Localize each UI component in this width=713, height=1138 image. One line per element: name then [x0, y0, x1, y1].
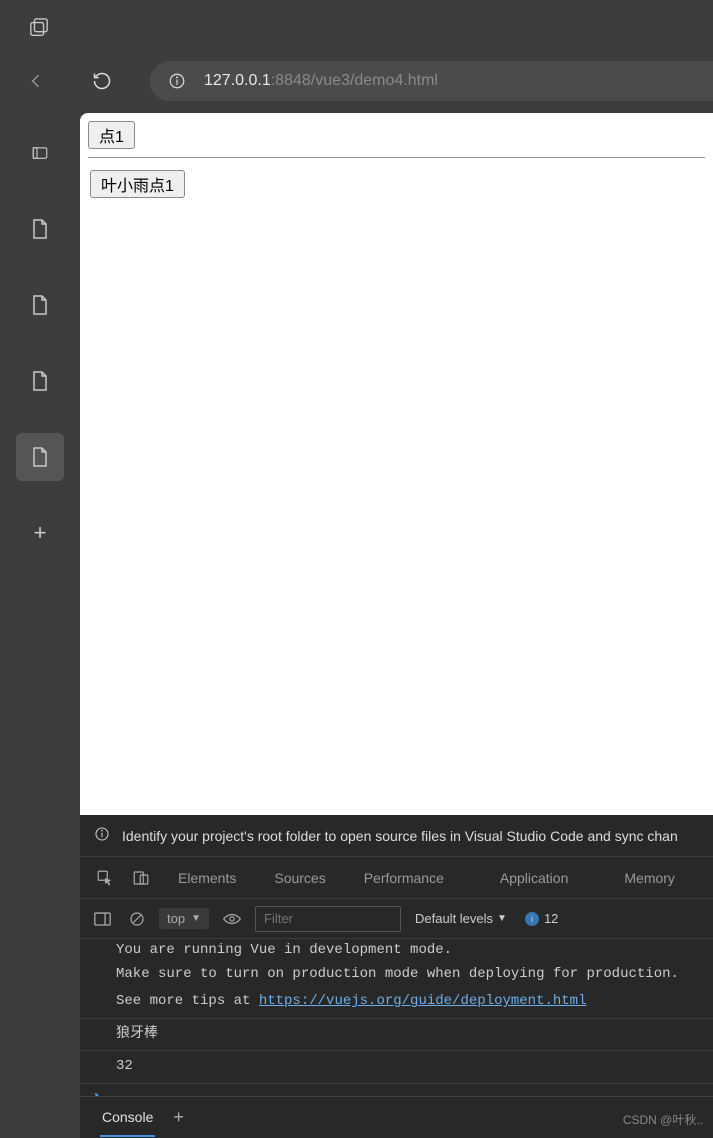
console-log-line: Make sure to turn on production mode whe… — [80, 963, 713, 987]
device-toolbar-icon[interactable] — [128, 869, 154, 887]
chevron-down-icon: ▼ — [497, 913, 507, 924]
plus-icon: + — [34, 520, 47, 546]
console-link[interactable]: https://vuejs.org/guide/deployment.html — [259, 993, 587, 1009]
tab-application[interactable]: Application — [486, 870, 583, 886]
reload-button[interactable] — [92, 71, 112, 91]
issues-counter[interactable]: i 12 — [525, 911, 558, 926]
infobar-text: Identify your project's root folder to o… — [122, 828, 678, 844]
new-tab-button[interactable]: + — [16, 509, 64, 557]
sidebar-tab-page-active[interactable] — [16, 433, 64, 481]
console-log-line: 狼牙棒 — [80, 1019, 713, 1052]
tab-elements[interactable]: Elements — [164, 870, 250, 886]
console-toolbar: top ▼ Default levels ▼ i 12 — [80, 899, 713, 939]
context-selector[interactable]: top ▼ — [159, 908, 209, 929]
info-icon — [94, 826, 110, 845]
sidebar-tab-page-2[interactable] — [16, 281, 64, 329]
vertical-tab-strip: + — [0, 107, 80, 807]
console-prompt[interactable]: ❯ — [80, 1084, 713, 1096]
divider — [88, 157, 705, 158]
console-log-line: See more tips at https://vuejs.org/guide… — [80, 986, 713, 1019]
live-expression-icon[interactable] — [219, 913, 245, 925]
inspect-element-icon[interactable] — [92, 869, 118, 887]
devtools-drawer: Console + — [80, 1096, 713, 1138]
tab-sources[interactable]: Sources — [260, 870, 339, 886]
drawer-tab-console[interactable]: Console — [100, 1099, 155, 1137]
chevron-down-icon: ▼ — [191, 913, 201, 924]
log-levels-selector[interactable]: Default levels ▼ — [415, 911, 507, 926]
tab-memory[interactable]: Memory — [610, 870, 689, 886]
devtools-infobar: Identify your project's root folder to o… — [80, 815, 713, 857]
tab-performance[interactable]: Performance — [350, 870, 458, 886]
sidebar-tab-page-3[interactable] — [16, 357, 64, 405]
console-log-line: You are running Vue in development mode. — [80, 939, 713, 963]
issues-icon: i — [525, 912, 539, 926]
demo-button-1[interactable]: 点1 — [88, 121, 135, 149]
sidebar-tab-page[interactable] — [16, 205, 64, 253]
watermark: CSDN @叶秋.. — [623, 1111, 703, 1128]
clear-console-icon[interactable] — [125, 911, 149, 927]
sidebar-tab-workspaces[interactable] — [16, 129, 64, 177]
devtools-panel: Identify your project's root folder to o… — [80, 815, 713, 1138]
devtools-tabs: Elements Sources Performance Application… — [80, 857, 713, 899]
demo-button-2[interactable]: 叶小雨点1 — [90, 170, 185, 198]
sidebar-toggle-icon[interactable] — [90, 912, 115, 926]
page-viewport: 点1 叶小雨点1 — [80, 113, 713, 815]
url-text: 127.0.0.1:8848/vue3/demo4.html — [204, 72, 438, 90]
app-logo-icon — [28, 18, 50, 38]
console-log-line: 32 — [80, 1051, 713, 1084]
address-bar[interactable]: 127.0.0.1:8848/vue3/demo4.html — [150, 61, 713, 101]
back-button — [26, 71, 46, 91]
filter-input[interactable] — [255, 906, 401, 932]
drawer-add-tab[interactable]: + — [173, 1107, 184, 1128]
console-output: You are running Vue in development mode.… — [80, 939, 713, 1096]
site-info-icon[interactable] — [168, 72, 186, 90]
